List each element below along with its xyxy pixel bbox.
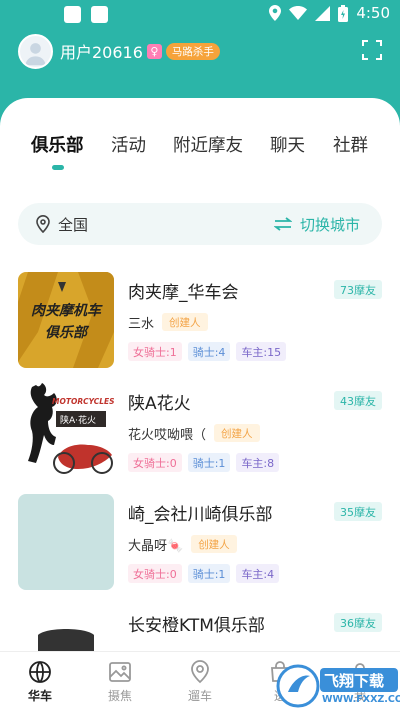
creator-name: 大晶呀🍬 xyxy=(128,538,184,554)
member-count-badge: 43摩友 xyxy=(334,391,382,410)
club-list-item[interactable]: 长安橙KTM俱乐部 36摩友 xyxy=(18,605,382,651)
club-logo: MOTORCYCLES 陕A·花火 xyxy=(18,383,114,479)
user-row: 用户20616 ♀ 马路杀手 xyxy=(18,32,382,70)
watermark-title: 飞翔下载 xyxy=(324,672,385,690)
tab-community[interactable]: 社群 xyxy=(333,132,368,157)
club-list-item[interactable]: 崎_会社川崎俱乐部 35摩友 大晶呀🍬 创建人 女骑士:0 骑士:1 车主:4 xyxy=(18,494,382,590)
avatar[interactable] xyxy=(18,33,53,69)
creator-badge: 创建人 xyxy=(162,313,208,331)
city-bar: 全国 切换城市 xyxy=(18,203,382,245)
club-logo: 肉夹摩机车 俱乐部 xyxy=(18,272,114,368)
female-riders-stat: 女骑士:1 xyxy=(128,342,182,361)
club-name: 长安橙KTM俱乐部 xyxy=(128,616,265,636)
club-logo xyxy=(18,494,114,590)
club-logo-text: 俱乐部 xyxy=(45,325,87,341)
member-count-badge: 35摩友 xyxy=(334,502,382,521)
current-city[interactable]: 全国 xyxy=(36,203,88,245)
club-list-item[interactable]: MOTORCYCLES 陕A·花火 陕A花火 43摩友 花火哎呦喂（ 创建人 女… xyxy=(18,383,382,479)
notification-icon xyxy=(91,6,108,23)
creator-badge: 创建人 xyxy=(191,535,237,553)
club-name: 崎_会社川崎俱乐部 xyxy=(128,505,273,525)
club-name: 肉夹摩_华车会 xyxy=(128,283,239,303)
gender-badge: ♀ xyxy=(146,43,162,59)
scan-icon[interactable] xyxy=(362,40,382,60)
female-riders-stat: 女骑士:0 xyxy=(128,564,182,583)
tab-activities[interactable]: 活动 xyxy=(111,132,146,157)
title-badge: 马路杀手 xyxy=(165,42,220,60)
map-pin-icon xyxy=(191,660,209,684)
nav-label: 摄焦 xyxy=(107,689,132,703)
club-logo-text: 陕A·花火 xyxy=(60,416,97,426)
nav-label: 遛车 xyxy=(187,689,212,703)
wifi-icon xyxy=(289,6,308,20)
switch-city-label: 切换城市 xyxy=(299,215,360,234)
tab-indicator xyxy=(52,165,64,170)
username[interactable]: 用户20616 xyxy=(60,39,143,63)
switch-city-button[interactable]: 切换城市 xyxy=(273,203,360,245)
creator-name: 三水 xyxy=(128,316,155,332)
riders-stat: 骑士:1 xyxy=(187,564,231,583)
tab-clubs[interactable]: 俱乐部 xyxy=(31,132,84,157)
riders-stat: 骑士:1 xyxy=(187,453,231,472)
tab-nearby[interactable]: 附近摩友 xyxy=(173,132,243,157)
status-time: 4:50 xyxy=(356,4,390,22)
swap-icon xyxy=(273,217,292,231)
nav-item-shejiao[interactable]: 摄焦 xyxy=(90,660,150,704)
battery-icon xyxy=(338,4,349,22)
owners-stat: 车主:4 xyxy=(236,564,280,583)
notification-icon xyxy=(64,6,81,23)
club-logo-text: MOTORCYCLES xyxy=(52,397,114,406)
owners-stat: 车主:15 xyxy=(236,342,287,361)
signal-icon xyxy=(315,5,331,21)
club-logo xyxy=(18,605,114,651)
current-city-label: 全国 xyxy=(58,215,89,234)
location-icon xyxy=(269,5,282,21)
club-name: 陕A花火 xyxy=(128,394,191,414)
club-list-item[interactable]: 肉夹摩机车 俱乐部 肉夹摩_华车会 73摩友 三水 创建人 女骑士:1 骑士:4… xyxy=(18,272,382,368)
riders-stat: 骑士:4 xyxy=(187,342,231,361)
tab-chat[interactable]: 聊天 xyxy=(270,132,305,157)
location-pin-icon xyxy=(36,215,50,233)
status-bar: 4:50 xyxy=(0,0,400,28)
owners-stat: 车主:8 xyxy=(236,453,280,472)
nav-label: 华车 xyxy=(27,689,52,703)
nav-item-huache[interactable]: 华车 xyxy=(10,660,70,704)
watermark-url: WWW.FXXZ.COM xyxy=(322,694,400,705)
creator-badge: 创建人 xyxy=(214,424,260,442)
user-icon xyxy=(25,42,46,65)
member-count-badge: 73摩友 xyxy=(334,280,382,299)
member-count-badge: 36摩友 xyxy=(334,613,382,632)
nav-item-liuche[interactable]: 遛车 xyxy=(170,660,230,704)
club-logo-text: 肉夹摩机车 xyxy=(31,303,101,319)
female-riders-stat: 女骑士:0 xyxy=(128,453,182,472)
watermark: 飞翔下载 WWW.FXXZ.COM xyxy=(274,658,400,711)
image-icon xyxy=(109,662,131,682)
creator-name: 花火哎呦喂（ xyxy=(128,427,207,443)
globe-icon xyxy=(29,661,51,683)
